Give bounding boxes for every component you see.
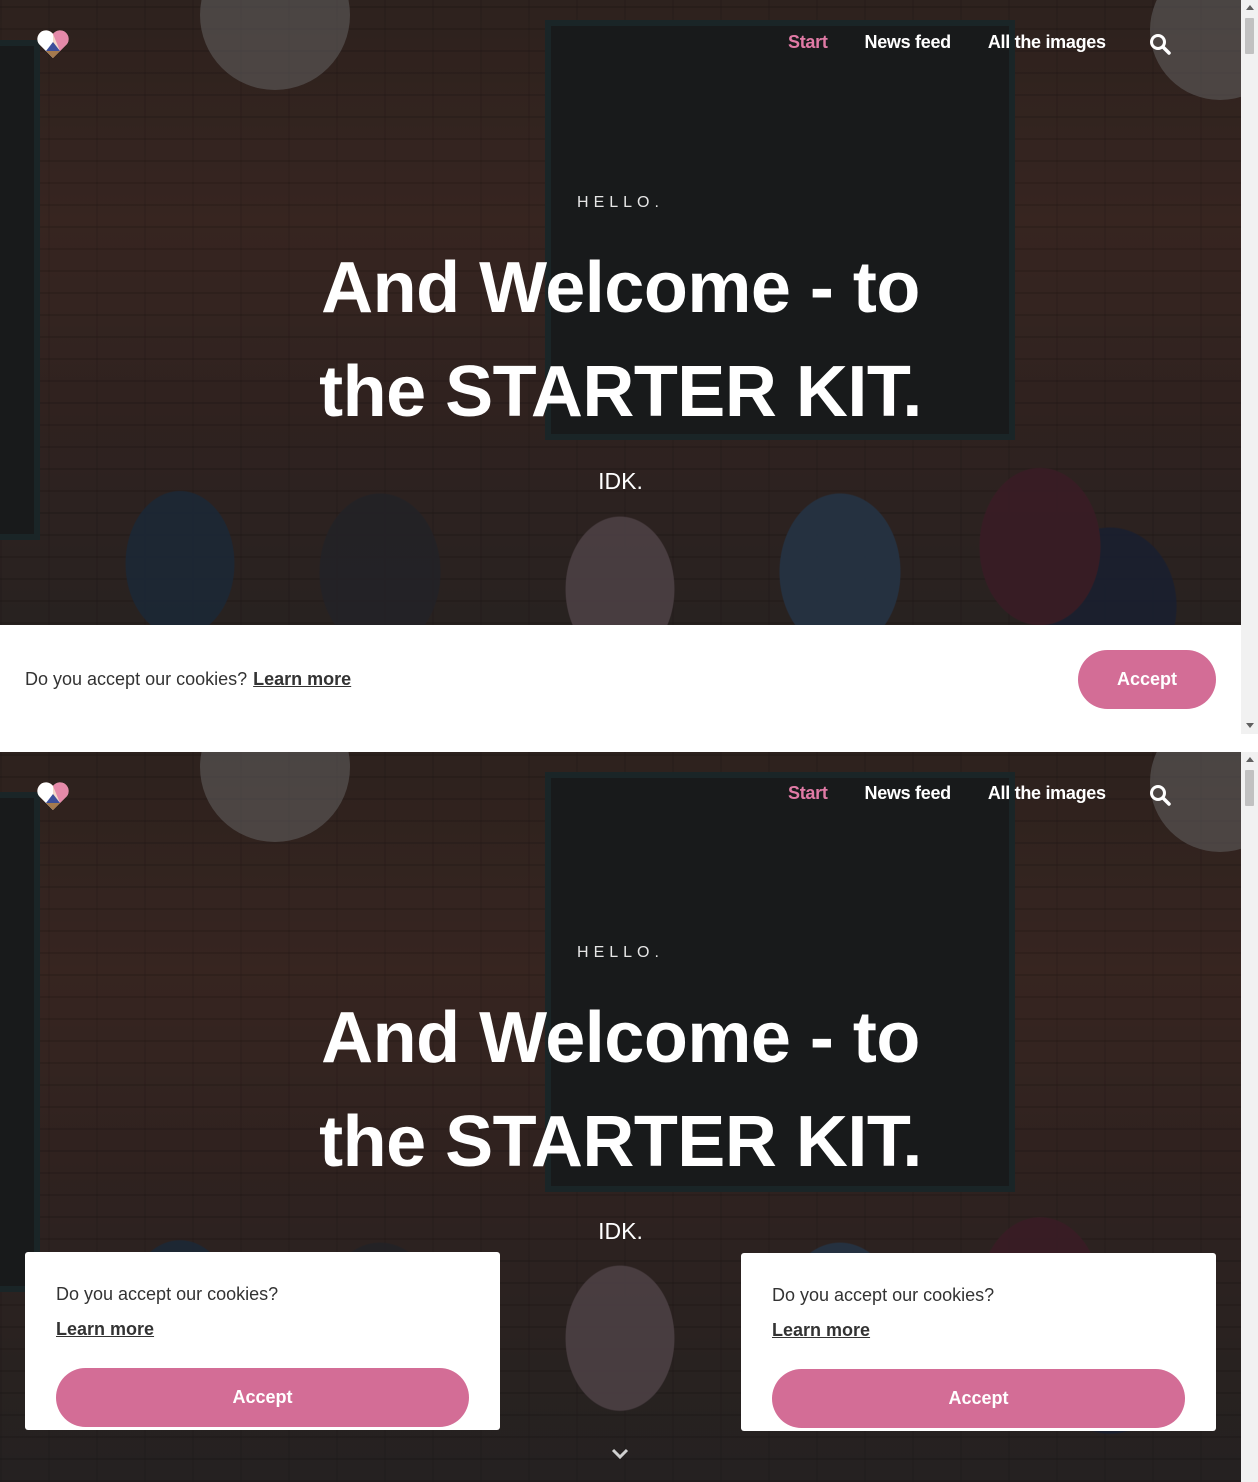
cookie-banner: Do you accept our cookies? Learn more Acc…	[0, 625, 1241, 734]
scroll-up-arrow-icon[interactable]	[1246, 5, 1254, 10]
main-nav: Start News feed All the images	[788, 783, 1143, 804]
top-viewport: Start News feed All the images HELLO. An…	[0, 0, 1258, 734]
hero-headline-line2: the STARTER KIT.	[319, 1102, 922, 1182]
cookie-message: Do you accept our cookies? Learn more	[25, 669, 351, 690]
hero-eyebrow: HELLO.	[577, 944, 664, 961]
hero-subtitle: IDK.	[598, 468, 643, 494]
nav-item-all-the-images[interactable]: All the images	[988, 783, 1106, 804]
nav-item-start[interactable]: Start	[788, 783, 828, 804]
scroll-up-arrow-icon[interactable]	[1246, 757, 1254, 762]
hero-headline-line1: And Welcome - to	[321, 248, 920, 328]
accept-cookies-button[interactable]: Accept	[772, 1369, 1185, 1428]
nav-item-news-feed[interactable]: News feed	[865, 32, 952, 53]
hero-headline-line2: the STARTER KIT.	[319, 352, 922, 432]
heart-logo-icon[interactable]	[36, 780, 70, 812]
search-icon[interactable]	[1148, 783, 1172, 807]
hero-subtitle: IDK.	[598, 1218, 643, 1244]
search-icon[interactable]	[1148, 32, 1172, 56]
heart-logo-icon[interactable]	[36, 28, 70, 60]
scrollbar[interactable]	[1241, 0, 1258, 734]
cookie-question: Do you accept our cookies?	[772, 1285, 995, 1305]
nav-item-news-feed[interactable]: News feed	[865, 783, 952, 804]
cookie-card-left: Do you accept our cookies? Learn more Ac…	[25, 1252, 500, 1430]
scroll-down-arrow-icon[interactable]	[1246, 723, 1254, 728]
cookie-card-right: Do you accept our cookies? Learn more Ac…	[741, 1253, 1216, 1431]
scrollbar[interactable]	[1241, 752, 1258, 1482]
scrollbar-thumb[interactable]	[1245, 770, 1254, 806]
learn-more-link[interactable]: Learn more	[772, 1320, 870, 1341]
main-nav: Start News feed All the images	[788, 32, 1143, 53]
accept-cookies-button[interactable]: Accept	[1078, 650, 1216, 709]
nav-item-all-the-images[interactable]: All the images	[988, 32, 1106, 53]
scrollbar-thumb[interactable]	[1245, 18, 1254, 54]
hero-headline-line1: And Welcome - to	[321, 998, 920, 1078]
nav-item-start[interactable]: Start	[788, 32, 828, 53]
cookie-question: Do you accept our cookies?	[56, 1284, 279, 1304]
frame-divider	[0, 734, 1258, 752]
learn-more-link[interactable]: Learn more	[253, 669, 351, 689]
hero-section: Start News feed All the images HELLO. An…	[0, 0, 1241, 734]
accept-cookies-button[interactable]: Accept	[56, 1368, 469, 1427]
hero-headline: And Welcome - to the STARTER KIT.	[0, 236, 1241, 444]
cookie-question: Do you accept our cookies?	[25, 669, 248, 689]
chevron-down-icon[interactable]	[611, 1448, 629, 1460]
learn-more-link[interactable]: Learn more	[56, 1319, 154, 1340]
hero-headline: And Welcome - to the STARTER KIT.	[0, 986, 1241, 1194]
bottom-viewport: Start News feed All the images HELLO. An…	[0, 752, 1258, 1482]
hero-eyebrow: HELLO.	[577, 194, 664, 211]
